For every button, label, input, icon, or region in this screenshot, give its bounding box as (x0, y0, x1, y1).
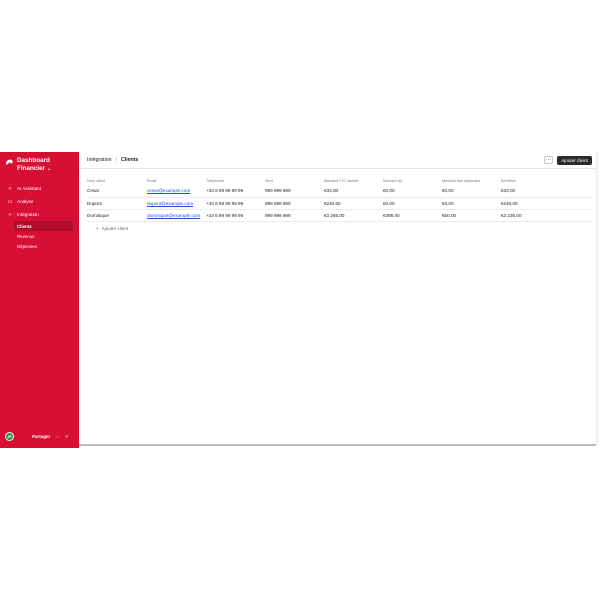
column-header-phone[interactable]: Téléphone (206, 176, 265, 185)
cell-email-link[interactable]: dominique@example.com (147, 209, 206, 222)
main-content: Intégration / Clients ··· Ajouter client… (79, 152, 596, 448)
cell-siret: 999 999 999 (265, 209, 324, 222)
breadcrumb-parent[interactable]: Intégration (87, 157, 112, 163)
breadcrumb-separator: / (115, 157, 117, 163)
cell-phone: +33 6 99 99 99 99 (206, 185, 265, 198)
plus-icon: + (96, 226, 99, 231)
sparkle-icon: ✧ (7, 185, 13, 192)
cell-name: Cesar (87, 185, 147, 198)
cell-phone: +33 6 99 99 99 99 (206, 209, 265, 222)
column-header-amount-ttc[interactable]: Montant TTC factuté (324, 176, 383, 185)
top-bar: Intégration / Clients ··· Ajouter client (79, 152, 596, 169)
sidebar-subitem-depenses[interactable]: Dépenses (14, 241, 73, 251)
sidebar-item-analyse[interactable]: ▭ Analyse (5, 195, 73, 208)
collapse-sidebar-icon[interactable]: « (65, 434, 68, 440)
sidebar-subitem-revenus[interactable]: Revenus (14, 231, 73, 241)
cell-siret: 999 999 999 (265, 197, 324, 210)
code-icon: ‹› (8, 211, 12, 218)
table-row[interactable]: Cesar cesar@example.com +33 6 99 99 99 9… (87, 185, 592, 198)
add-client-row-button[interactable]: + Ajouter client (96, 226, 128, 231)
brand-title-line1: Dashboard (17, 157, 50, 164)
cell-email-link[interactable]: cesar@example.com (147, 185, 206, 198)
table-row[interactable]: Dominique dominique@example.com +33 6 99… (87, 209, 592, 222)
window-edge (596, 152, 598, 444)
add-client-row-label: Ajouter client (101, 226, 129, 231)
sidebar-item-label: AI Assistant (17, 186, 42, 191)
cell-expenses: €0,00 (442, 185, 501, 198)
brand-title-line2: Financier (17, 165, 45, 172)
sidebar-item-label: Intégration (17, 212, 39, 217)
cell-expenses: €50,00 (442, 209, 501, 222)
workspace-switcher[interactable]: Dashboard Financier ⌄ (5, 157, 51, 173)
cell-name: Dominique (87, 209, 147, 222)
cell-email-link[interactable]: dupont@example.com (147, 197, 206, 210)
sidebar-footer: JE Partager ◌ « (5, 432, 75, 441)
cell-amount-due: €0,00 (383, 197, 442, 210)
sidebar-item-integration[interactable]: ‹› Intégration (5, 208, 73, 221)
cell-siret: 999 999 999 (265, 185, 324, 198)
column-header-profit[interactable]: Bénéfice (501, 176, 592, 185)
add-client-button[interactable]: Ajouter client (557, 156, 592, 165)
chevron-down-icon: ⌄ (47, 166, 52, 172)
cell-name: Dupont (87, 197, 147, 210)
sidebar-item-ai-assistant[interactable]: ✧ AI Assistant (5, 182, 73, 195)
column-header-amount-due[interactable]: Montant dû (383, 176, 442, 185)
cell-profit: €33,00 (501, 185, 592, 198)
cell-expenses: €0,00 (442, 197, 501, 210)
more-options-button[interactable]: ··· (544, 156, 553, 164)
clients-table: Nom client Email Téléphone Siret Montant… (87, 176, 592, 222)
sidebar-nav: ✧ AI Assistant ▭ Analyse ‹› Intégration … (5, 182, 73, 251)
column-header-siret[interactable]: Siret (265, 176, 324, 185)
scrollbar-thumb[interactable] (79, 444, 596, 446)
cell-phone: +33 6 99 99 99 99 (206, 197, 265, 210)
share-button[interactable]: Partager (32, 434, 50, 439)
cell-amount-ttc: €33,00 (324, 185, 383, 198)
table-header-row: Nom client Email Téléphone Siret Montant… (87, 176, 592, 185)
horizontal-scrollbar[interactable] (79, 444, 596, 446)
cell-amount-due: €0,00 (383, 185, 442, 198)
bell-icon[interactable]: ◌ (56, 434, 59, 440)
app-window: Dashboard Financier ⌄ ✧ AI Assistant ▭ An… (0, 152, 600, 448)
column-header-email[interactable]: Email (147, 176, 206, 185)
cell-amount-ttc: €240,00 (324, 197, 383, 210)
column-header-name[interactable]: Nom client (87, 176, 147, 185)
cell-amount-ttc: €3 285,00 (324, 209, 383, 222)
table-row[interactable]: Dupont dupont@example.com +33 6 99 99 99… (87, 197, 592, 210)
column-header-expenses[interactable]: Montant des dépenses (442, 176, 501, 185)
sidebar-subitem-clients[interactable]: Clients (14, 221, 73, 231)
sidebar-item-label: Analyse (17, 199, 34, 204)
cell-profit: €3 235,00 (501, 209, 592, 222)
avatar[interactable]: JE (5, 432, 14, 441)
sidebar: Dashboard Financier ⌄ ✧ AI Assistant ▭ An… (0, 152, 79, 448)
logo-icon (5, 159, 13, 165)
breadcrumb: Intégration / Clients (87, 157, 138, 163)
breadcrumb-current: Clients (120, 157, 139, 163)
cell-profit: €240,00 (501, 197, 592, 210)
folder-icon: ▭ (7, 198, 13, 205)
cell-amount-due: €395,00 (383, 209, 442, 222)
